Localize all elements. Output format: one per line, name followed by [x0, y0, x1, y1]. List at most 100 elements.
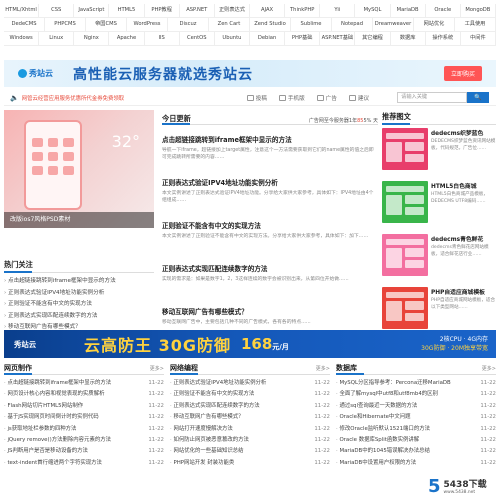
tag-link[interactable]: Linux	[39, 32, 75, 45]
list-item-title[interactable]: PHP网站开发 封装功能类	[170, 458, 311, 469]
list-item[interactable]: Oracle和Hibernate中文问题11-22	[336, 412, 496, 423]
list-item-title[interactable]: 如何防止网页被恶意篡改的方法	[170, 435, 311, 446]
tag-link[interactable]: ThinkPHP	[285, 4, 321, 17]
list-item[interactable]: 网站优化的一些基础知识总结11-22	[170, 446, 330, 457]
list-item[interactable]: PHP网站开发 封装功能类11-22	[170, 458, 330, 469]
feature-caption[interactable]: 改版ios7风格PSD素材	[4, 212, 154, 228]
tag-link[interactable]: Zen Cart	[209, 18, 250, 31]
recommended-item[interactable]: dedecms青色鲜花 dedecms青色鲜花店网站模板，适合鲜花店行业……	[382, 234, 496, 284]
suggest-link[interactable]: 建议	[348, 94, 369, 102]
article-title[interactable]: 正则验证不能含有中文的实现方法	[162, 220, 378, 230]
recommended-item[interactable]: HTML5白色商城 HTML5白色商城产品模板，DEDECMS UTF8编码……	[382, 181, 496, 231]
list-item[interactable]: 全面了解mysql中utf8和utf8mb4的区别11-22	[336, 389, 496, 400]
article-title[interactable]: 正则表达式实现匹配连续数字的方法	[162, 263, 378, 273]
list-item-title[interactable]: 点击超链接跳转到iframe框架中显示的方法	[4, 378, 145, 389]
tag-link[interactable]: Notepad	[332, 18, 373, 31]
list-item-title[interactable]: text-indent首行缩进两个字符实现方法	[4, 458, 145, 469]
list-item[interactable]: JS判断用户是否是移动设备的方法11-22	[4, 446, 164, 457]
tag-link[interactable]: MySQL	[355, 4, 391, 17]
tag-link[interactable]: MongoDB	[461, 4, 496, 17]
tag-link[interactable]: 操作系统	[426, 32, 461, 45]
list-item[interactable]: jQuery remove()方法删除内容元素的方法11-22	[4, 435, 164, 446]
list-item-title[interactable]: 网站打开速度慢解决方法	[170, 424, 311, 435]
tag-link[interactable]: 其它编程	[355, 32, 391, 45]
list-item[interactable]: 修改Oracle监听默认1521端口的方法11-22	[336, 424, 496, 435]
recommended-title[interactable]: dedecms织梦蓝色	[431, 128, 496, 137]
more-link[interactable]: 更多>	[150, 365, 164, 372]
tag-link[interactable]: CSS	[39, 4, 75, 17]
list-item[interactable]: MariaDB中的1045错误解决办法总结11-22	[336, 446, 496, 457]
tag-link[interactable]: Ubuntu	[215, 32, 250, 45]
list-item[interactable]: 点击超链接跳转到iframe框架中显示的方法11-22	[4, 378, 164, 389]
tag-link[interactable]: 网站优化	[414, 18, 455, 31]
tag-link[interactable]: 工具使用	[455, 18, 496, 31]
article-title[interactable]: 正则表达式验证IPV4地址功能实例分析	[162, 177, 378, 187]
search-input[interactable]: 请输入关键	[397, 92, 468, 103]
list-item-title[interactable]: 修改Oracle监听默认1521端口的方法	[336, 424, 477, 435]
more-link[interactable]: 更多>	[482, 365, 496, 372]
tag-link[interactable]: PHP教程	[145, 4, 180, 17]
tag-link[interactable]: Debian	[250, 32, 286, 45]
list-item[interactable]: Flash网站切片HTML5网站制作11-22	[4, 401, 164, 412]
tag-link[interactable]: AJAX	[250, 4, 286, 17]
article-title[interactable]: 点击超链接跳转到iframe框架中显示的方法	[162, 134, 378, 144]
tag-link[interactable]: HTML/Xhtml	[4, 4, 40, 17]
list-item[interactable]: 通过sql查询最近一天数据的方法11-22	[336, 401, 496, 412]
ddos-ad-banner[interactable]: 秀站云 云高防王 30G防御 168元/月 2核CPU · 4G内存 30G防御…	[4, 330, 496, 358]
list-item[interactable]: MySQL分区指导参考：Percona迁移MariaDB11-22	[336, 378, 496, 389]
list-item[interactable]: 移动互联网广告有哪些模式？11-22	[170, 412, 330, 423]
more-link[interactable]: 更多>	[316, 365, 330, 372]
tag-link[interactable]: IIS	[145, 32, 180, 45]
tag-link[interactable]: Dreamweaver	[373, 18, 414, 31]
recommended-thumbnail[interactable]	[382, 287, 428, 329]
list-item-title[interactable]: 全面了解mysql中utf8和utf8mb4的区别	[336, 389, 477, 400]
tag-link[interactable]: PHPCMS	[45, 18, 86, 31]
tag-link[interactable]: Discuz	[168, 18, 209, 31]
tag-link[interactable]: Sublime	[291, 18, 332, 31]
tag-link[interactable]: Apache	[109, 32, 145, 45]
focus-item[interactable]: 正则验证不能含有中文的实现方法	[4, 299, 154, 311]
submit-link[interactable]: 投稿	[246, 94, 267, 102]
list-item[interactable]: MariaDB中设置用户权限的方法11-22	[336, 458, 496, 469]
tag-link[interactable]: HTML5	[109, 4, 145, 17]
focus-item[interactable]: 正则表达式验证IPV4地址功能实例分析	[4, 288, 154, 300]
mobile-link[interactable]: 手机版	[278, 94, 305, 102]
tag-link[interactable]: Windows	[4, 32, 40, 45]
tag-link[interactable]: 数据库	[391, 32, 426, 45]
list-item-title[interactable]: 网页设计核心内容和视觉表现的实质解析	[4, 389, 145, 400]
list-item-title[interactable]: Oracle和Hibernate中文问题	[336, 412, 477, 423]
list-item-title[interactable]: js获取地址栏参数的四种方法	[4, 424, 145, 435]
tag-link[interactable]: Yii	[320, 4, 356, 17]
column-title[interactable]: 网页制作	[4, 363, 32, 373]
tag-link[interactable]: WordPress	[127, 18, 168, 31]
recommended-title[interactable]: PHP自适应商城模板	[431, 287, 496, 296]
tag-link[interactable]: DedeCMS	[4, 18, 45, 31]
article-title[interactable]: 移动互联网广告有哪些模式？	[162, 306, 378, 316]
recommended-thumbnail[interactable]	[382, 128, 428, 170]
tag-link[interactable]: MariaDB	[391, 4, 426, 17]
tag-link[interactable]: 帝国CMS	[86, 18, 127, 31]
list-item-title[interactable]: 基于JS实现网页时间倒计时的实例代码	[4, 412, 145, 423]
focus-item[interactable]: 点击超链接跳转到iframe框架中显示的方法	[4, 276, 154, 288]
tag-link[interactable]: 中间件	[461, 32, 496, 45]
buy-now-button[interactable]: 立即购买	[443, 66, 482, 81]
tag-link[interactable]: Nginx	[74, 32, 110, 45]
focus-item[interactable]: 正则表达式实现匹配连续数字的方法	[4, 311, 154, 323]
ad-banner[interactable]: 秀站云 高性能云服务器就选秀站云 立即购买	[4, 60, 496, 87]
tag-link[interactable]: ASP.NET	[180, 4, 215, 17]
list-item-title[interactable]: 正则表达式实现匹配连续数字的方法	[170, 401, 311, 412]
list-item-title[interactable]: JS判断用户是否是移动设备的方法	[4, 446, 145, 457]
recommended-thumbnail[interactable]	[382, 234, 428, 276]
list-item[interactable]: 如何防止网页被恶意篡改的方法11-22	[170, 435, 330, 446]
list-item-title[interactable]: jQuery remove()方法删除内容元素的方法	[4, 435, 145, 446]
list-item[interactable]: 正则验证不能含有中文的实现方法11-22	[170, 389, 330, 400]
recommended-item[interactable]: dedecms织梦蓝色 DEDECMS织梦蓝色资讯网站模板，代码规范，广告位……	[382, 128, 496, 178]
list-item-title[interactable]: 网站优化的一些基础知识总结	[170, 446, 311, 457]
list-item[interactable]: 网页设计核心内容和视觉表现的实质解析11-22	[4, 389, 164, 400]
list-item[interactable]: 正则表达式验证IPV4地址功能实例分析11-22	[170, 378, 330, 389]
search-button[interactable]: 🔍	[467, 92, 490, 103]
tag-link[interactable]: Zend Studio	[250, 18, 291, 31]
list-item[interactable]: text-indent首行缩进两个字符实现方法11-22	[4, 458, 164, 469]
list-item-title[interactable]: 移动互联网广告有哪些模式？	[170, 412, 311, 423]
recommended-thumbnail[interactable]	[382, 181, 428, 223]
